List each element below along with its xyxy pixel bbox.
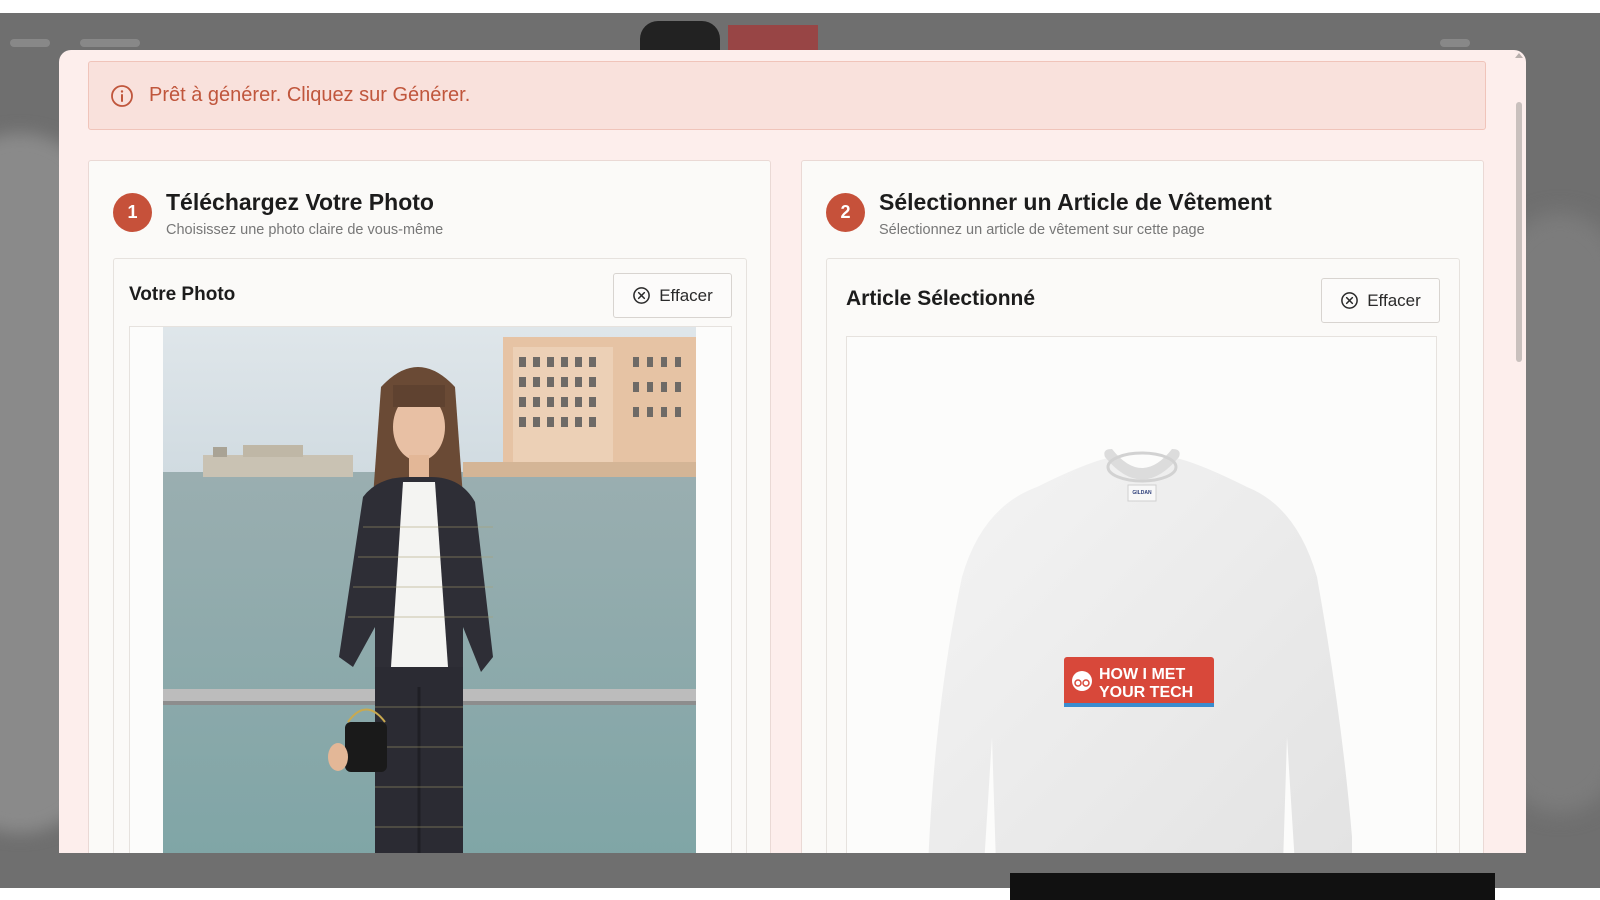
card-header: 1 Téléchargez Votre Photo Choisissez une… — [113, 189, 443, 238]
panel-title: Article Sélectionné — [846, 287, 1036, 310]
garment-panel: Article Sélectionné Effacer GILDAN HOW I… — [826, 258, 1460, 853]
info-icon — [111, 84, 133, 107]
garment-preview-frame: GILDAN HOW I MET YOUR TECH — [846, 336, 1437, 853]
background-nav-item — [1440, 39, 1470, 47]
uploaded-photo — [163, 327, 696, 853]
garment-print-line2: YOUR TECH — [1099, 684, 1193, 701]
step-badge: 1 — [113, 193, 152, 232]
background-bar — [1010, 873, 1495, 900]
status-alert: Prêt à générer. Cliquez sur Générer. — [88, 61, 1486, 130]
x-circle-icon — [1341, 292, 1359, 309]
selected-garment-image: GILDAN HOW I MET YOUR TECH — [928, 449, 1352, 853]
photo-panel: Votre Photo Effacer — [113, 258, 747, 853]
clear-label: Effacer — [1367, 290, 1421, 310]
modal-scrollbar[interactable] — [1516, 102, 1522, 362]
clear-label: Effacer — [659, 285, 713, 305]
virtual-try-on-modal: Prêt à générer. Cliquez sur Générer. 1 T… — [59, 50, 1526, 853]
card-header: 2 Sélectionner un Article de Vêtement Sé… — [826, 189, 1272, 238]
clear-garment-button[interactable]: Effacer — [1321, 278, 1440, 323]
garment-print-line1: HOW I MET — [1099, 666, 1185, 683]
card-subtitle: Choisissez une photo claire de vous-même — [166, 222, 444, 238]
x-circle-icon — [633, 287, 651, 304]
scroll-up-arrow[interactable] — [1515, 53, 1523, 58]
step-badge: 2 — [826, 193, 865, 232]
background-nav-item — [80, 39, 140, 47]
card-title: Téléchargez Votre Photo — [166, 189, 434, 215]
status-message: Prêt à générer. Cliquez sur Générer. — [149, 84, 471, 106]
background-nav-item — [10, 39, 50, 47]
select-garment-card: 2 Sélectionner un Article de Vêtement Sé… — [801, 160, 1484, 853]
photo-preview-frame — [129, 326, 732, 853]
clear-photo-button[interactable]: Effacer — [613, 273, 732, 318]
background-logo-text — [728, 25, 818, 51]
garment-tag-text: GILDAN — [1132, 490, 1152, 496]
card-subtitle: Sélectionnez un article de vêtement sur … — [879, 222, 1205, 238]
upload-photo-card: 1 Téléchargez Votre Photo Choisissez une… — [88, 160, 771, 853]
card-title: Sélectionner un Article de Vêtement — [879, 189, 1272, 215]
panel-title: Votre Photo — [129, 284, 236, 305]
